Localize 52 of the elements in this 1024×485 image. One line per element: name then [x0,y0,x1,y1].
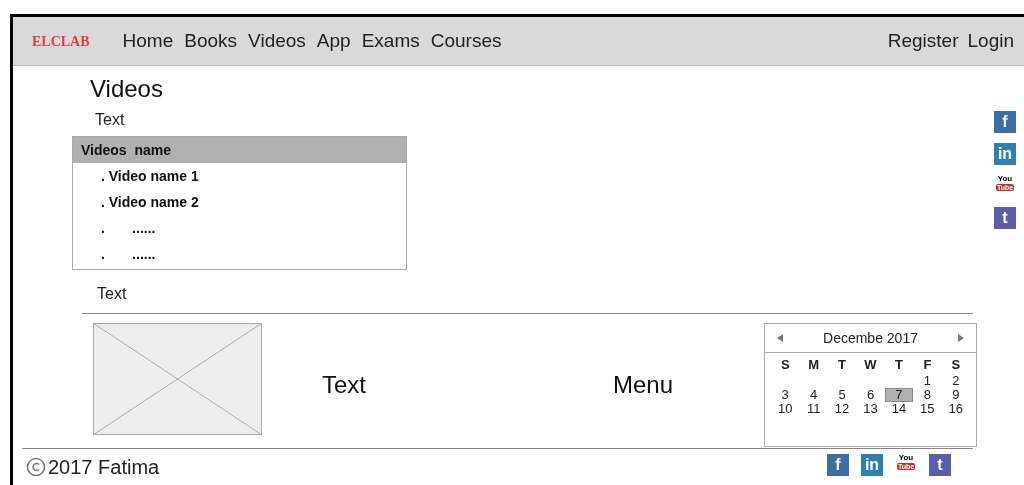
nav-link[interactable]: Home [122,26,174,56]
weekday-label: T [893,358,904,374]
calendar-day[interactable]: 5 [827,388,857,402]
weekday-label: T [837,358,848,374]
nav-link[interactable]: App [316,26,351,56]
nav-link[interactable]: Books [184,26,238,56]
linkedin-icon[interactable]: in [994,143,1016,165]
calendar-day[interactable]: 4 [799,388,828,402]
facebook-icon[interactable]: f [827,454,849,476]
weekday-label: S [779,358,791,374]
menu-label: Menu [613,370,674,397]
weekday-label: W [863,358,878,374]
calendar-day[interactable]: 10 [771,402,800,416]
section-text: Text [322,370,366,397]
facebook-icon[interactable]: f [994,111,1016,133]
calendar-day[interactable]: 11 [799,402,828,416]
weekday-label: M [807,358,821,374]
calendar-day[interactable]: 12 [827,402,857,416]
copyright-text: 2017 Fatima [48,455,160,480]
list-item[interactable]: . Video name 2 [73,189,406,215]
intro-text: Text [95,110,125,130]
nav-link[interactable]: Courses [430,26,502,56]
calendar-day[interactable]: 3 [771,388,800,402]
weekday-label: S [950,358,962,374]
weekday-label: F [922,358,933,374]
nav-link[interactable]: Exams [361,26,420,56]
calendar-day[interactable]: 6 [856,388,885,402]
linkedin-icon[interactable]: in [861,454,883,476]
list-item[interactable]: . ...... [73,241,406,267]
calendar-day[interactable]: 14 [884,402,914,416]
nav-link[interactable]: Register [887,26,959,56]
calendar-day[interactable]: 9 [941,388,970,402]
calendar-day[interactable]: 8 [913,388,942,402]
page-title: Videos [90,74,164,104]
list-item[interactable]: . Video name 1 [73,163,406,189]
previous-month-icon[interactable] [777,334,783,342]
calendar-day[interactable]: 2 [941,374,970,388]
calendar-day[interactable]: 15 [913,402,942,416]
calendar-day[interactable]: 1 [913,374,942,388]
next-month-icon[interactable] [958,334,964,342]
copyright-icon [26,457,46,477]
calendar-day[interactable]: 7 [884,388,914,402]
list-item[interactable]: . ...... [73,215,406,241]
calendar-day[interactable]: 13 [856,402,885,416]
calendar-day[interactable]: 16 [941,402,970,416]
body-text: Text [97,284,127,304]
twitter-icon[interactable]: t [994,207,1016,229]
nav-link[interactable]: Videos [248,26,306,56]
list-header: Videos name [73,137,406,163]
nav-link[interactable]: Login [967,26,1014,56]
twitter-icon[interactable]: t [929,454,951,476]
calendar-month: Decembe 2017 [823,328,918,348]
